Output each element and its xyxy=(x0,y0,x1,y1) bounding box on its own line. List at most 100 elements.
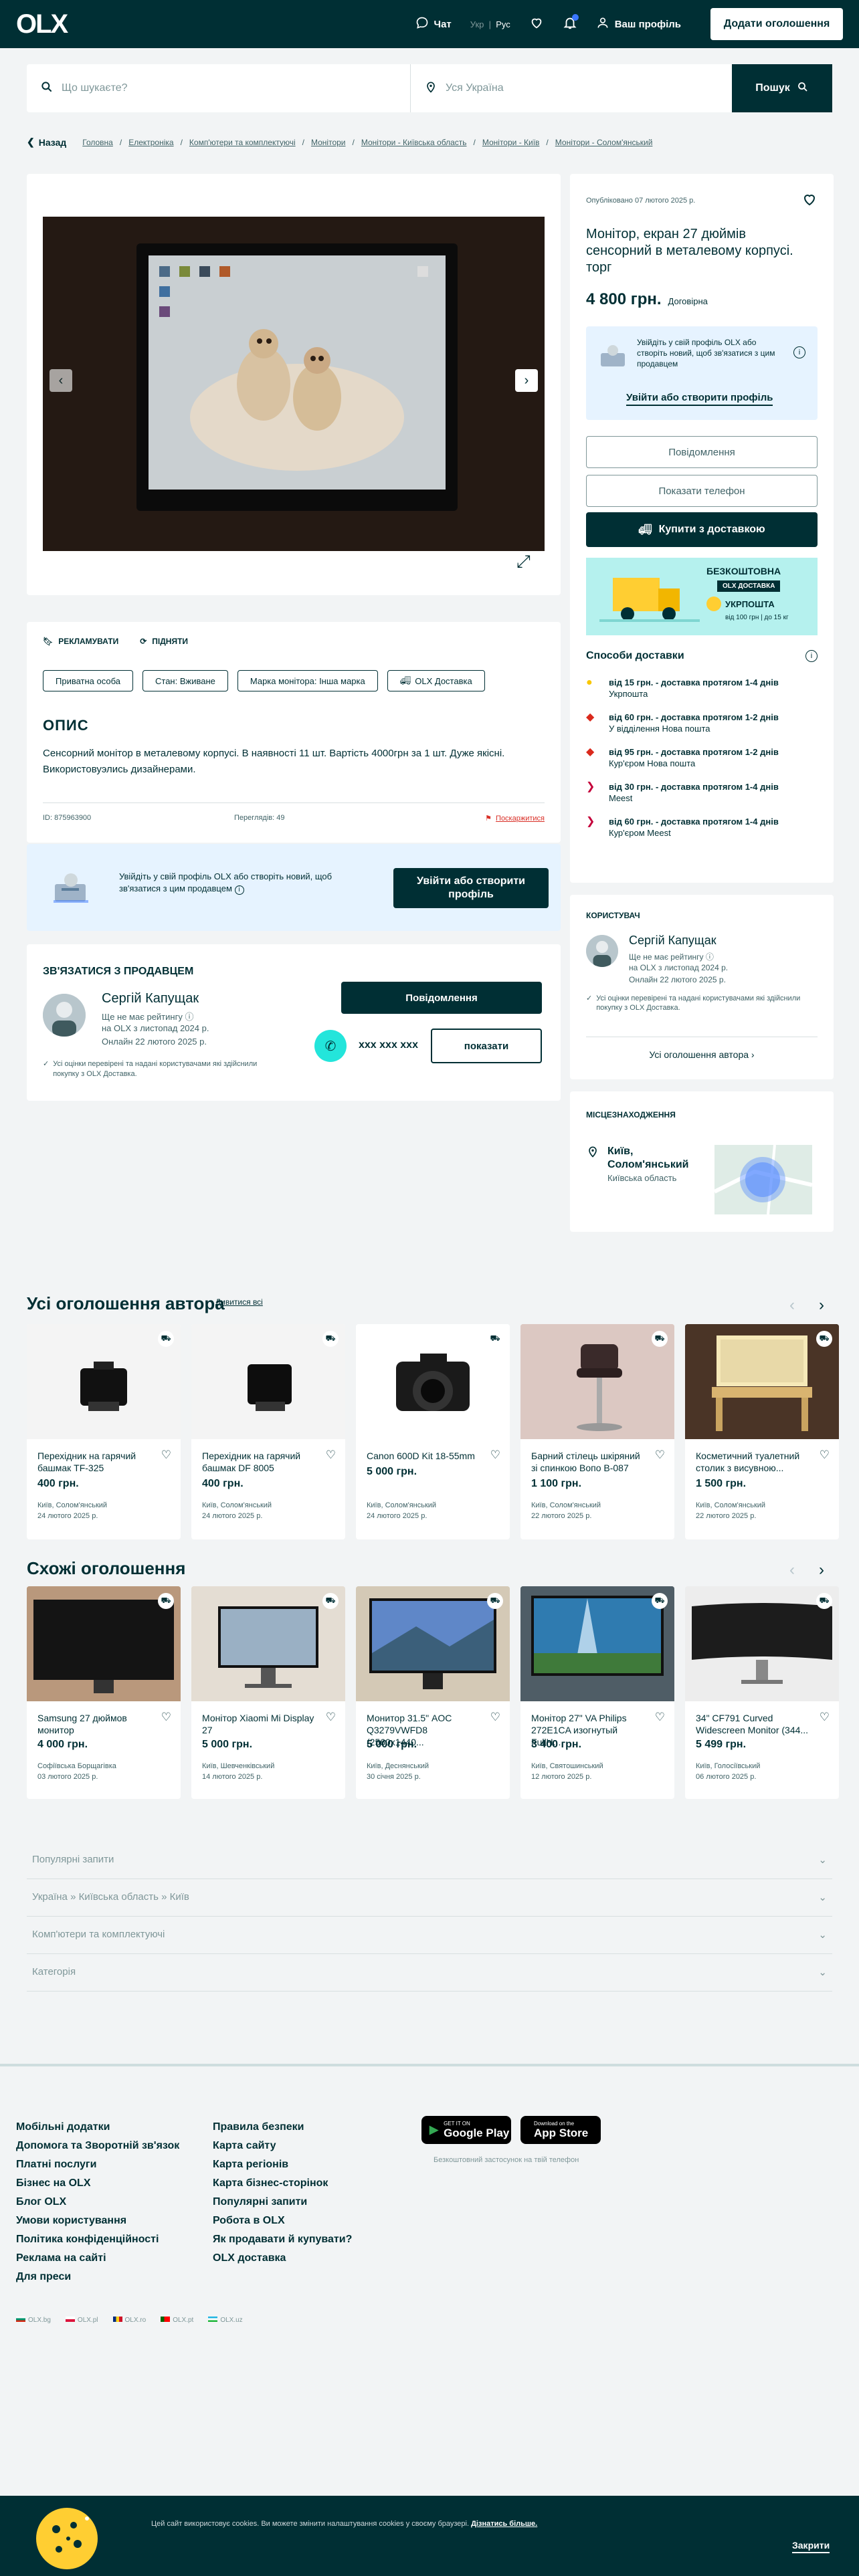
heart-icon[interactable]: ♡ xyxy=(490,1711,500,1724)
buy-delivery-button[interactable]: 🚚︎ Купити з доставкою xyxy=(586,512,818,547)
breadcrumb-item[interactable]: Монітори - Київська область xyxy=(361,138,467,147)
footer-link[interactable]: Умови користування xyxy=(16,2215,179,2227)
back-link[interactable]: ❮ Назад xyxy=(27,136,66,148)
heart-icon[interactable] xyxy=(529,15,544,33)
accordion-category-computers[interactable]: Комп'ютери та комплектуючі ⌄ xyxy=(27,1915,832,1954)
ad-main-photo[interactable] xyxy=(43,217,545,551)
footer-link[interactable]: Для преси xyxy=(16,2271,179,2283)
breadcrumb-item[interactable]: Монітори - Київ xyxy=(482,138,540,147)
footer-link[interactable]: Мобільні додатки xyxy=(16,2121,179,2133)
country-link[interactable]: OLX.pt xyxy=(161,2317,193,2324)
gallery-next-arrow[interactable]: › xyxy=(515,369,538,392)
location-map[interactable] xyxy=(714,1145,812,1214)
footer-link[interactable]: Карта сайту xyxy=(213,2140,352,2152)
google-play-button[interactable]: ▶ GET IT ON Google Play xyxy=(421,2116,511,2144)
listing-card[interactable]: ⛟ Перехідник на гарячий башмак DF 8005 ♡… xyxy=(191,1324,345,1539)
footer-link[interactable]: Платні послуги xyxy=(16,2159,179,2171)
message-button-side[interactable]: Повідомлення xyxy=(586,436,818,468)
gallery-prev-arrow[interactable]: ‹ xyxy=(50,369,72,392)
heart-icon[interactable]: ♡ xyxy=(161,1448,171,1462)
message-button[interactable]: Повідомлення xyxy=(341,982,542,1014)
heart-icon[interactable]: ♡ xyxy=(490,1448,500,1462)
listing-card[interactable]: ⛟ Монітор Xiaomi Mi Display 27 ♡ 5 000 г… xyxy=(191,1586,345,1799)
see-all-link[interactable]: Дивитися всі xyxy=(215,1297,263,1307)
login-link[interactable]: Увійти або створити профіль xyxy=(626,392,773,406)
breadcrumb-item[interactable]: Головна xyxy=(82,138,113,147)
search-button[interactable]: Пошук xyxy=(732,64,832,112)
lift-button[interactable]: ⟳ ПІДНЯТИ xyxy=(140,637,188,646)
listing-card[interactable]: ⛟ Монитор 31.5" AOC Q3279VWFD8 (2560x144… xyxy=(356,1586,510,1799)
listing-date: 24 лютого 2025 р. xyxy=(37,1512,98,1520)
search-button-icon xyxy=(797,81,809,96)
country-link[interactable]: OLX.bg xyxy=(16,2317,51,2324)
free-delivery-banner[interactable]: БЕЗКОШТОВНА OLX ДОСТАВКА УКРПОШТА від 10… xyxy=(586,558,818,635)
heart-icon[interactable]: ♡ xyxy=(820,1711,830,1724)
listing-card[interactable]: ⛟ Samsung 27 дюймов монитор ♡ 4 000 грн.… xyxy=(27,1586,181,1799)
country-link[interactable]: OLX.ro xyxy=(112,2317,146,2324)
lang-uk[interactable]: Укр xyxy=(470,19,484,29)
country-link[interactable]: OLX.pl xyxy=(65,2317,98,2324)
report-link[interactable]: ⚑ Поскаржитися xyxy=(485,814,545,823)
seller-name-side[interactable]: Сергій Капущак xyxy=(629,934,717,948)
heart-icon[interactable]: ♡ xyxy=(655,1448,665,1462)
add-ad-button[interactable]: Додати оголошення xyxy=(710,8,843,40)
author-ads-prev-icon[interactable]: ‹ xyxy=(789,1296,795,1315)
cookie-learn-more-link[interactable]: Дізнатись більше. xyxy=(471,2520,537,2528)
show-phone-button[interactable]: показати xyxy=(431,1029,542,1063)
show-phone-button-side[interactable]: Показати телефон xyxy=(586,475,818,507)
heart-icon[interactable]: ♡ xyxy=(326,1448,336,1462)
accordion-popular[interactable]: Популярні запити ⌄ xyxy=(27,1840,832,1879)
cookie-close-button[interactable]: Закрити xyxy=(792,2540,830,2553)
accordion-category[interactable]: Категорія ⌄ xyxy=(27,1953,832,1992)
search-input[interactable]: Що шукаєте? xyxy=(27,64,411,112)
country-link[interactable]: OLX.uz xyxy=(208,2317,243,2324)
similar-ads-next-icon[interactable]: › xyxy=(819,1561,824,1580)
heart-icon[interactable]: ♡ xyxy=(655,1711,665,1724)
listing-card[interactable]: ⛟ Canon 600D Kit 18-55mm ♡ 5 000 грн. Ки… xyxy=(356,1324,510,1539)
heart-icon[interactable]: ♡ xyxy=(161,1711,171,1724)
footer-link[interactable]: Політика конфіденційності xyxy=(16,2234,179,2246)
breadcrumb-item[interactable]: Монітори xyxy=(311,138,346,147)
footer-link[interactable]: Реклама на сайті xyxy=(16,2252,179,2264)
chat-link[interactable]: Чат xyxy=(415,16,452,32)
header-nav: Чат Укр | Рус Ваш профіль Додати оголоше… xyxy=(415,8,843,40)
olx-logo[interactable]: OLX xyxy=(16,11,96,37)
footer-link[interactable]: Блог OLX xyxy=(16,2196,179,2208)
footer-link[interactable]: Бізнес на OLX xyxy=(16,2177,179,2189)
footer-link[interactable]: Робота в OLX xyxy=(213,2215,352,2227)
footer-link[interactable]: Карта регіонів xyxy=(213,2159,352,2171)
similar-ads-prev-icon[interactable]: ‹ xyxy=(789,1561,795,1580)
footer-link[interactable]: Карта бізнес-сторінок xyxy=(213,2177,352,2189)
listing-location: Київ, Солом'янський xyxy=(202,1501,272,1509)
login-button[interactable]: Увійти або створити профіль xyxy=(393,868,549,908)
footer-link[interactable]: Як продавати й купувати? xyxy=(213,2234,352,2246)
footer-link[interactable]: Допомога та Зворотній зв'язок xyxy=(16,2140,179,2152)
footer-link[interactable]: Популярні запити xyxy=(213,2196,352,2208)
fullscreen-icon[interactable]: ⤢ xyxy=(516,551,531,572)
heart-icon[interactable]: ♡ xyxy=(820,1448,830,1462)
footer-link[interactable]: Правила безпеки xyxy=(213,2121,352,2133)
listing-card[interactable]: ⛟ Косметичний туалетний столик з висувно… xyxy=(685,1324,839,1539)
bell-icon[interactable] xyxy=(563,14,579,33)
footer-link[interactable]: OLX доставка xyxy=(213,2252,352,2264)
app-store-button[interactable]: Download on the App Store xyxy=(520,2116,601,2144)
location-input[interactable]: Уся Україна xyxy=(411,80,732,97)
heart-icon[interactable]: ♡ xyxy=(326,1711,336,1724)
listing-card[interactable]: ⛟ 34" CF791 Curved Widescreen Monitor (3… xyxy=(685,1586,839,1799)
favorite-heart-icon[interactable] xyxy=(801,191,818,211)
listing-card[interactable]: ⛟ Барний стілець шкіряний зі спинкою Воп… xyxy=(520,1324,674,1539)
all-author-ads-link[interactable]: Усі оголошення автора › xyxy=(586,1037,818,1060)
profile-link[interactable]: Ваш профіль xyxy=(596,16,681,32)
listing-card[interactable]: ⛟ Перехідник на гарячий башмак TF-325 ♡ … xyxy=(27,1324,181,1539)
seller-name[interactable]: Сергій Капущак xyxy=(102,991,199,1006)
accordion-location[interactable]: Україна » Київська область » Київ ⌄ xyxy=(27,1878,832,1917)
flag-pt-icon xyxy=(161,2317,171,2322)
listing-card[interactable]: ⛟ Монітор 27" VA Philips 272E1CA изогнут… xyxy=(520,1586,674,1799)
breadcrumb-item[interactable]: Комп'ютери та комплектуючі xyxy=(189,138,296,147)
promote-button[interactable]: 🔖︎ РЕКЛАМУВАТИ xyxy=(43,637,118,646)
breadcrumb-item[interactable]: Монітори - Солом'янський xyxy=(555,138,653,147)
breadcrumb-item[interactable]: Електроніка xyxy=(128,138,173,147)
delivery-title-label: Способи доставки xyxy=(586,650,684,661)
author-ads-next-icon[interactable]: › xyxy=(819,1296,824,1315)
lang-ru[interactable]: Рус xyxy=(496,19,510,29)
